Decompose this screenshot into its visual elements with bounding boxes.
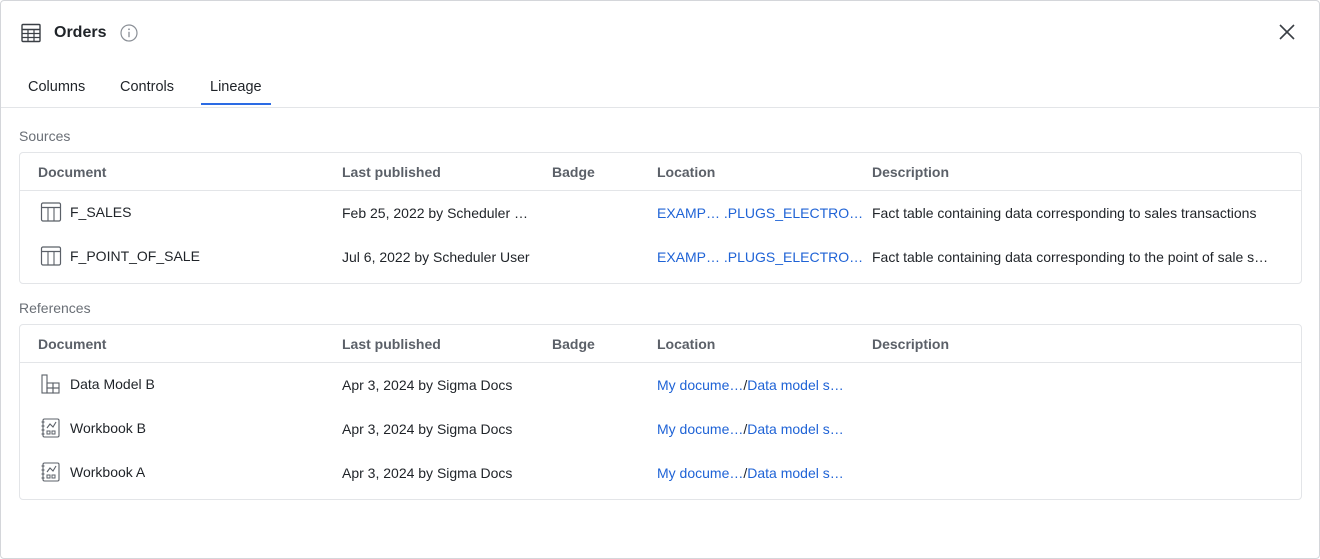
table-icon: [21, 23, 41, 43]
document-cell[interactable]: F_POINT_OF_SALE: [40, 245, 200, 267]
page-title: Orders: [54, 24, 107, 41]
last-published-cell: Apr 3, 2024 by Sigma Docs: [342, 377, 513, 393]
sources-table: Document Last published Badge Location D…: [19, 152, 1302, 284]
table-header: Document Last published Badge Location D…: [20, 153, 1301, 191]
table-row[interactable]: Workbook B Apr 3, 2024 by Sigma Docs My …: [20, 407, 1301, 451]
references-section-label: References: [19, 300, 91, 316]
table-icon: [40, 246, 62, 266]
dialog-header: Orders: [20, 19, 139, 47]
last-published-cell: Feb 25, 2022 by Scheduler …: [342, 205, 529, 221]
location-cell: EXAMP… .PLUGS_ELECTRO…: [657, 205, 863, 221]
column-header-last-published[interactable]: Last published: [342, 164, 441, 180]
tab-lineage[interactable]: Lineage: [201, 79, 271, 105]
document-name: Workbook B: [70, 420, 146, 436]
location-cell: EXAMP… .PLUGS_ELECTRO…: [657, 249, 863, 265]
location-link[interactable]: My docume…: [657, 465, 743, 481]
workbook-icon: [41, 462, 60, 482]
data-model-icon: [41, 374, 60, 394]
location-cell: My docume…/Data model s…: [657, 377, 844, 393]
table-row[interactable]: F_SALES Feb 25, 2022 by Scheduler … EXAM…: [20, 191, 1301, 235]
workbook-icon: [41, 418, 60, 438]
column-header-location[interactable]: Location: [657, 336, 715, 352]
document-name: F_SALES: [70, 204, 132, 220]
document-cell[interactable]: Workbook B: [40, 417, 146, 439]
location-link[interactable]: EXAMP…: [657, 249, 720, 265]
location-link[interactable]: .PLUGS_ELECTRO…: [724, 249, 863, 265]
lineage-dialog: Orders Columns Controls Lineage Sources …: [0, 0, 1320, 559]
description-cell: Fact table containing data corresponding…: [872, 249, 1269, 265]
column-header-document[interactable]: Document: [38, 336, 106, 352]
column-header-description[interactable]: Description: [872, 336, 949, 352]
document-name: Data Model B: [70, 376, 155, 392]
table-row[interactable]: Data Model B Apr 3, 2024 by Sigma Docs M…: [20, 363, 1301, 407]
location-cell: My docume…/Data model s…: [657, 465, 844, 481]
close-icon[interactable]: [1277, 22, 1297, 42]
description-cell: Fact table containing data corresponding…: [872, 205, 1257, 221]
location-link[interactable]: Data model s…: [747, 465, 843, 481]
table-header: Document Last published Badge Location D…: [20, 325, 1301, 363]
last-published-cell: Apr 3, 2024 by Sigma Docs: [342, 465, 513, 481]
location-cell: My docume…/Data model s…: [657, 421, 844, 437]
location-link[interactable]: My docume…: [657, 377, 743, 393]
document-name: F_POINT_OF_SALE: [70, 248, 200, 264]
column-header-badge[interactable]: Badge: [552, 164, 595, 180]
document-cell[interactable]: F_SALES: [40, 201, 131, 223]
references-table: Document Last published Badge Location D…: [19, 324, 1302, 500]
column-header-badge[interactable]: Badge: [552, 336, 595, 352]
location-link[interactable]: .PLUGS_ELECTRO…: [724, 205, 863, 221]
location-link[interactable]: My docume…: [657, 421, 743, 437]
table-row[interactable]: Workbook A Apr 3, 2024 by Sigma Docs My …: [20, 451, 1301, 495]
info-icon[interactable]: [120, 24, 139, 42]
location-link[interactable]: Data model s…: [747, 421, 843, 437]
column-header-document[interactable]: Document: [38, 164, 106, 180]
location-link[interactable]: Data model s…: [747, 377, 843, 393]
tab-controls[interactable]: Controls: [120, 79, 174, 95]
table-row[interactable]: F_POINT_OF_SALE Jul 6, 2022 by Scheduler…: [20, 235, 1301, 279]
document-name: Workbook A: [70, 464, 146, 480]
document-cell[interactable]: Data Model B: [40, 373, 155, 395]
last-published-cell: Jul 6, 2022 by Scheduler User: [342, 249, 530, 265]
column-header-description[interactable]: Description: [872, 164, 949, 180]
tab-bar: Columns Controls Lineage: [1, 67, 1320, 108]
tab-columns[interactable]: Columns: [28, 79, 85, 95]
table-icon: [40, 202, 62, 222]
sources-section-label: Sources: [19, 128, 71, 144]
document-cell[interactable]: Workbook A: [40, 461, 145, 483]
location-link[interactable]: EXAMP…: [657, 205, 720, 221]
column-header-last-published[interactable]: Last published: [342, 336, 441, 352]
last-published-cell: Apr 3, 2024 by Sigma Docs: [342, 421, 513, 437]
column-header-location[interactable]: Location: [657, 164, 715, 180]
